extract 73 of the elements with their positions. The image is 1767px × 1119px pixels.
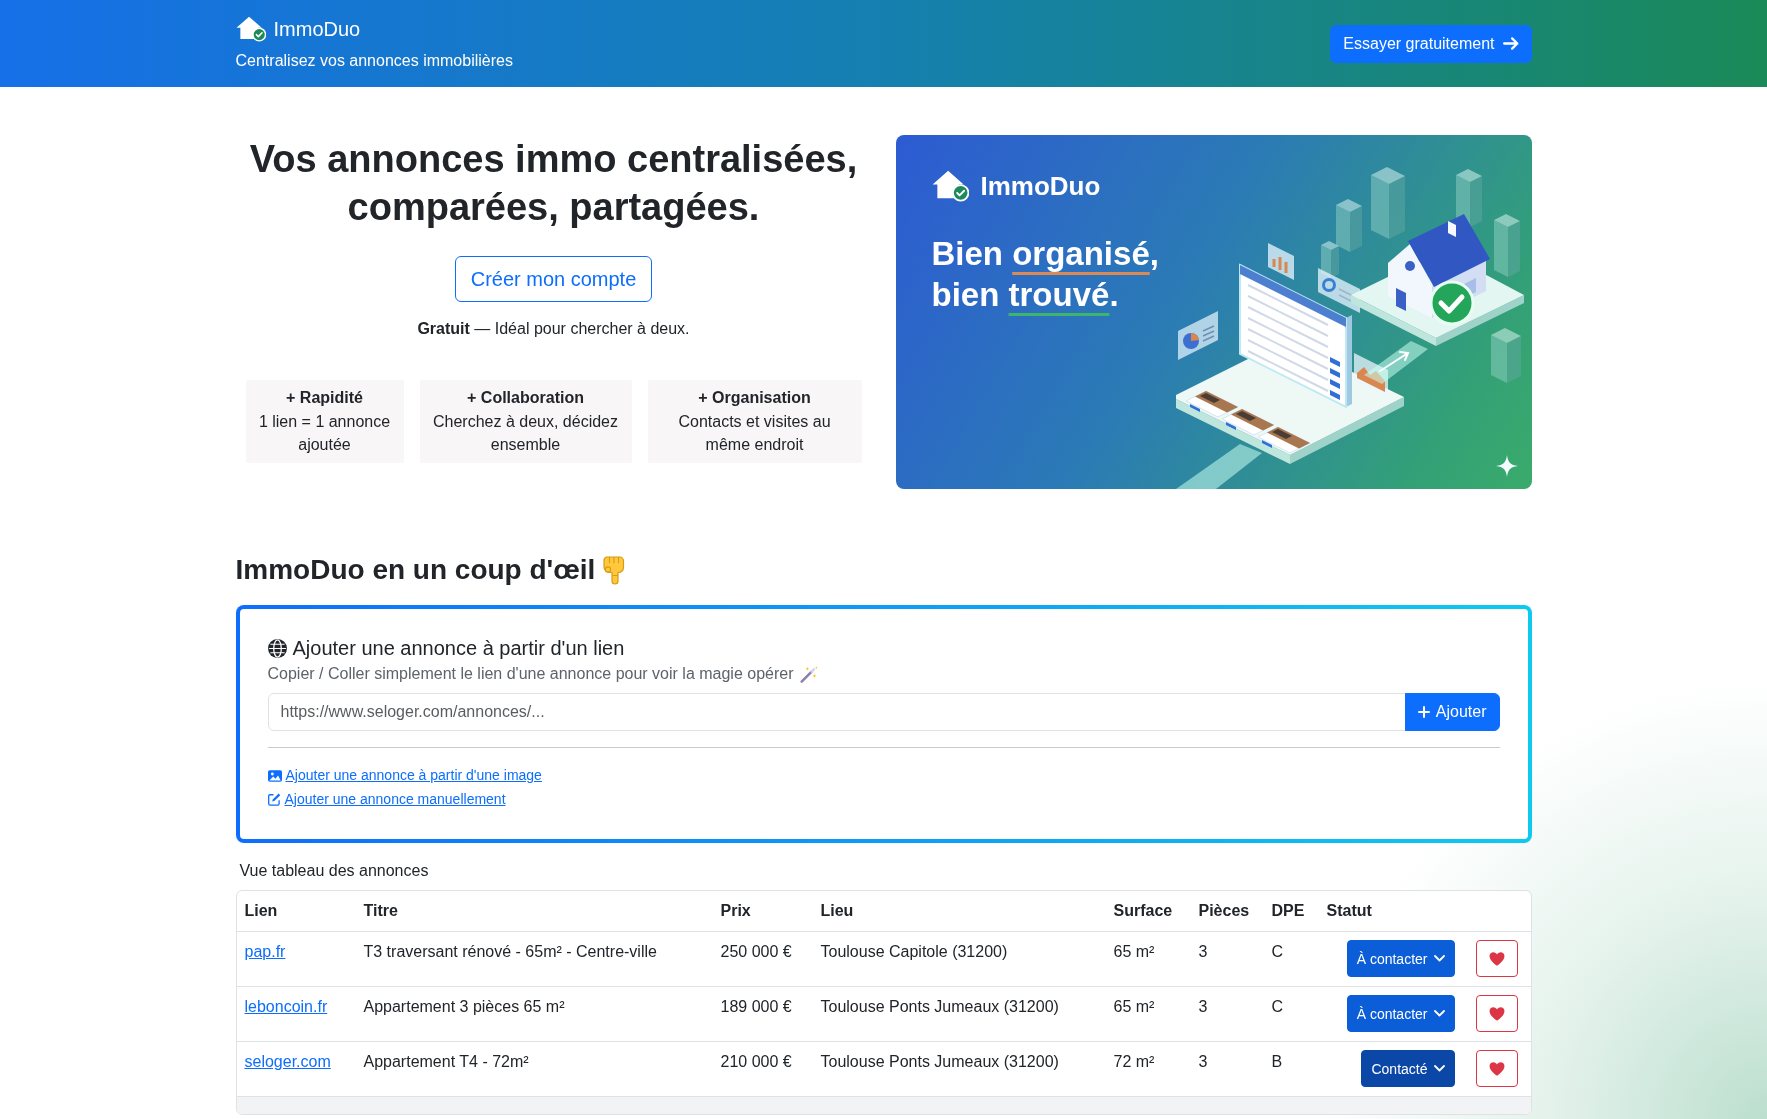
brand-tagline: Centralisez vos annonces immobilières <box>235 51 513 71</box>
column-header: Lien <box>244 902 278 919</box>
feature-text: 1 lien = 1 annonce ajoutée <box>257 411 392 455</box>
card-subtitle: Copier / Coller simplement le lien d'une annonce pour voir la magie opérer <box>267 664 794 684</box>
feature-title: + Rapidité <box>285 388 364 408</box>
room-count: 3 <box>1198 1053 1208 1070</box>
hand-pointing-down-icon <box>603 555 626 585</box>
listing-price: 210 000 € <box>720 1053 792 1070</box>
status-dropdown[interactable]: À contacter <box>1346 995 1455 1032</box>
column-header: Lieu <box>820 902 854 919</box>
feature-text: Cherchez à deux, décidez ensemble <box>432 411 619 455</box>
section-title: ImmoDuo en un coup d'œil <box>235 553 596 587</box>
column-header: Prix <box>720 902 751 919</box>
status-dropdown[interactable]: À contacter <box>1346 940 1455 977</box>
favorite-button[interactable] <box>1475 940 1518 977</box>
heart-icon <box>1488 1061 1505 1076</box>
trial-button[interactable]: Essayer gratuitement <box>1330 24 1532 63</box>
card-title: Ajouter une annonce à partir d'un lien <box>292 636 625 660</box>
heart-icon <box>1488 951 1505 966</box>
add-button[interactable]: Ajouter <box>1404 693 1500 731</box>
plus-icon <box>1417 706 1430 718</box>
energy-rating: C <box>1271 943 1284 960</box>
listing-surface: 65 m² <box>1113 943 1155 960</box>
table-caption: Vue tableau des annonces <box>239 861 429 881</box>
listing-title: Appartement 3 pièces 65 m² <box>363 998 565 1015</box>
listing-link[interactable]: leboncoin.fr <box>244 998 328 1015</box>
feature-title: + Organisation <box>697 388 812 408</box>
create-account-button[interactable]: Créer mon compte <box>454 256 653 302</box>
heart-icon <box>1488 1006 1505 1021</box>
listing-link[interactable]: pap.fr <box>244 943 286 960</box>
column-header: Titre <box>363 902 398 919</box>
room-count: 3 <box>1198 998 1208 1015</box>
magic-wand-icon <box>799 665 819 683</box>
caret-down-icon <box>1433 955 1445 962</box>
column-header: Pièces <box>1198 902 1250 919</box>
image-icon <box>267 769 282 782</box>
house-check-icon <box>235 16 266 42</box>
pencil-square-icon <box>267 793 281 806</box>
banner-headline: Bien organisé, bien trouvé. <box>931 234 1159 315</box>
column-header: Statut <box>1326 902 1372 919</box>
listing-location: Toulouse Ponts Jumeaux (31200) <box>820 1053 1059 1070</box>
listing-location: Toulouse Capitole (31200) <box>820 943 1008 960</box>
listing-price: 189 000 € <box>720 998 792 1015</box>
arrow-right-icon <box>1502 37 1519 50</box>
banner-brand: ImmoDuo <box>980 170 1101 202</box>
feature-text: Contacts et visites au même endroit <box>677 411 832 455</box>
column-header: DPE <box>1271 902 1305 919</box>
globe-icon <box>267 638 287 658</box>
listing-surface: 65 m² <box>1113 998 1155 1015</box>
add-listing-link[interactable]: Ajouter une annonce à partir d'une image <box>267 765 542 786</box>
sparkle-icon <box>1495 455 1518 477</box>
listing-surface: 72 m² <box>1113 1053 1155 1070</box>
listing-link[interactable]: seloger.com <box>244 1053 331 1070</box>
listing-location: Toulouse Ponts Jumeaux (31200) <box>820 998 1059 1015</box>
feature-title: + Collaboration <box>466 388 585 408</box>
column-header: Surface <box>1113 902 1173 919</box>
listing-title: Appartement T4 - 72m² <box>363 1053 529 1070</box>
brand-name: ImmoDuo <box>273 17 361 42</box>
listing-price: 250 000 € <box>720 943 792 960</box>
caret-down-icon <box>1433 1065 1445 1072</box>
favorite-button[interactable] <box>1475 995 1518 1032</box>
status-dropdown[interactable]: Contacté <box>1361 1050 1455 1087</box>
add-listing-link[interactable]: Ajouter une annonce manuellement <box>267 789 506 810</box>
favorite-button[interactable] <box>1475 1050 1518 1087</box>
pricing-note: Gratuit — Idéal pour chercher à deux. <box>417 319 690 339</box>
hero-title: Vos annonces immo centralisées, comparées, partagées. <box>248 137 859 230</box>
caret-down-icon <box>1433 1010 1445 1017</box>
energy-rating: C <box>1271 998 1284 1015</box>
house-check-icon <box>931 170 969 202</box>
room-count: 3 <box>1198 943 1208 960</box>
url-field[interactable]: https://www.seloger.com/annonces/... <box>267 693 1406 731</box>
listing-title: T3 traversant rénové - 65m² - Centre-ville <box>363 943 657 960</box>
energy-rating: B <box>1271 1053 1283 1070</box>
